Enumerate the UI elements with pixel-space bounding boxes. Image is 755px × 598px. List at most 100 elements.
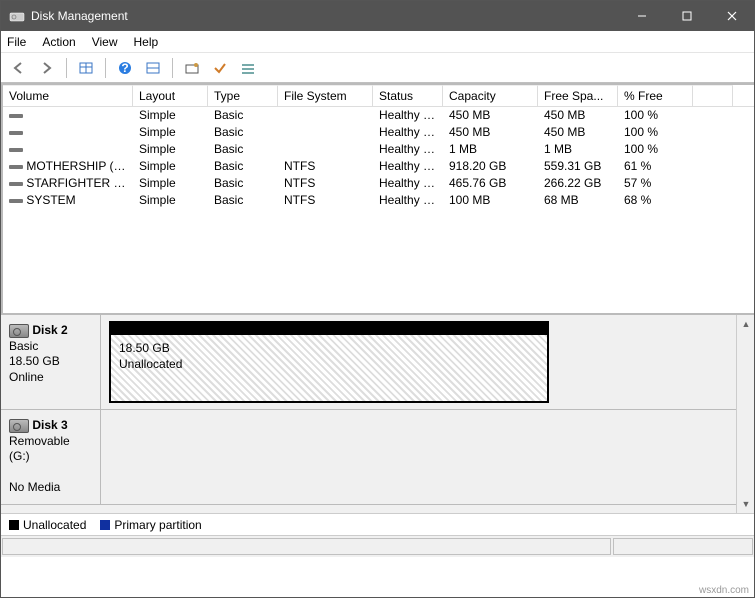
col-status[interactable]: Status xyxy=(373,85,443,106)
table-row[interactable]: SimpleBasicHealthy (E...1 MB1 MB100 % xyxy=(3,141,754,158)
cell-free: 450 MB xyxy=(538,107,618,124)
cell-free: 1 MB xyxy=(538,141,618,158)
maximize-button[interactable] xyxy=(664,1,709,31)
cell-volume: MOTHERSHIP (C:) xyxy=(3,158,133,175)
cell-filesystem: NTFS xyxy=(278,175,373,192)
view-options-button[interactable] xyxy=(74,56,98,80)
cell-layout: Simple xyxy=(133,107,208,124)
forward-button[interactable] xyxy=(35,56,59,80)
vertical-scrollbar[interactable]: ▲ ▼ xyxy=(736,315,754,513)
cell-status: Healthy (R... xyxy=(373,107,443,124)
status-bar xyxy=(1,535,754,557)
cell-pctfree: 61 % xyxy=(618,158,693,175)
apply-button[interactable] xyxy=(208,56,232,80)
cell-type: Basic xyxy=(208,192,278,209)
disk-2-volume-unallocated[interactable]: 18.50 GB Unallocated xyxy=(109,321,549,403)
col-layout[interactable]: Layout xyxy=(133,85,208,106)
menu-file[interactable]: File xyxy=(7,35,26,49)
cell-capacity: 450 MB xyxy=(443,107,538,124)
grid-header: Volume Layout Type File System Status Ca… xyxy=(3,85,754,107)
toolbar: ? xyxy=(1,53,754,83)
cell-type: Basic xyxy=(208,141,278,158)
col-type[interactable]: Type xyxy=(208,85,278,106)
legend: Unallocated Primary partition xyxy=(1,513,754,535)
menu-view[interactable]: View xyxy=(92,35,118,49)
cell-layout: Simple xyxy=(133,175,208,192)
cell-volume: STARFIGHTER (A:) xyxy=(3,175,133,192)
cell-filesystem xyxy=(278,107,373,124)
volume-icon xyxy=(9,114,23,118)
cell-capacity: 450 MB xyxy=(443,124,538,141)
cell-pctfree: 100 % xyxy=(618,141,693,158)
disk-3-name: Disk 3 xyxy=(32,418,67,432)
cell-filesystem xyxy=(278,141,373,158)
cell-type: Basic xyxy=(208,175,278,192)
disk-2-size: 18.50 GB xyxy=(9,354,60,368)
back-button[interactable] xyxy=(7,56,31,80)
menu-action[interactable]: Action xyxy=(42,35,75,49)
disk-row-3[interactable]: Disk 3 Removable (G:) No Media xyxy=(1,410,736,505)
cell-volume: SYSTEM xyxy=(3,192,133,209)
cell-filesystem: NTFS xyxy=(278,158,373,175)
table-row[interactable]: STARFIGHTER (A:)SimpleBasicNTFSHealthy (… xyxy=(3,175,754,192)
col-free[interactable]: Free Spa... xyxy=(538,85,618,106)
list-button[interactable] xyxy=(236,56,260,80)
close-button[interactable] xyxy=(709,1,754,31)
disk-3-state: No Media xyxy=(9,480,60,494)
cell-free: 450 MB xyxy=(538,124,618,141)
cell-status: Healthy (E... xyxy=(373,141,443,158)
scroll-up-icon[interactable]: ▲ xyxy=(737,315,755,333)
cell-layout: Simple xyxy=(133,141,208,158)
cell-filesystem xyxy=(278,124,373,141)
col-pctfree[interactable]: % Free xyxy=(618,85,693,106)
col-empty[interactable] xyxy=(693,85,733,106)
cell-status: Healthy (B... xyxy=(373,158,443,175)
scroll-down-icon[interactable]: ▼ xyxy=(737,495,755,513)
table-row[interactable]: MOTHERSHIP (C:)SimpleBasicNTFSHealthy (B… xyxy=(3,158,754,175)
menu-help[interactable]: Help xyxy=(134,35,159,49)
col-filesystem[interactable]: File System xyxy=(278,85,373,106)
cell-type: Basic xyxy=(208,124,278,141)
settings-button[interactable] xyxy=(180,56,204,80)
disk-row-2[interactable]: Disk 2 Basic 18.50 GB Online 18.50 GB Un… xyxy=(1,315,736,410)
cell-capacity: 465.76 GB xyxy=(443,175,538,192)
cell-capacity: 100 MB xyxy=(443,192,538,209)
cell-volume xyxy=(3,141,133,158)
table-row[interactable]: SYSTEMSimpleBasicNTFSHealthy (S...100 MB… xyxy=(3,192,754,209)
cell-type: Basic xyxy=(208,158,278,175)
cell-layout: Simple xyxy=(133,192,208,209)
vol-size: 18.50 GB xyxy=(119,341,170,355)
disk-icon xyxy=(9,419,29,433)
cell-status: Healthy (R... xyxy=(373,124,443,141)
cell-pctfree: 68 % xyxy=(618,192,693,209)
table-row[interactable]: SimpleBasicHealthy (R...450 MB450 MB100 … xyxy=(3,107,754,124)
table-row[interactable]: SimpleBasicHealthy (R...450 MB450 MB100 … xyxy=(3,124,754,141)
volume-grid: Volume Layout Type File System Status Ca… xyxy=(1,83,754,313)
cell-status: Healthy (S... xyxy=(373,192,443,209)
cell-capacity: 918.20 GB xyxy=(443,158,538,175)
disk-2-label: Disk 2 Basic 18.50 GB Online xyxy=(1,315,101,409)
legend-unallocated: Unallocated xyxy=(9,518,86,532)
layout-button[interactable] xyxy=(141,56,165,80)
col-volume[interactable]: Volume xyxy=(3,85,133,106)
col-capacity[interactable]: Capacity xyxy=(443,85,538,106)
volume-icon xyxy=(9,148,23,152)
cell-free: 266.22 GB xyxy=(538,175,618,192)
cell-filesystem: NTFS xyxy=(278,192,373,209)
cell-layout: Simple xyxy=(133,158,208,175)
help-button[interactable]: ? xyxy=(113,56,137,80)
minimize-button[interactable] xyxy=(619,1,664,31)
disk-3-label: Disk 3 Removable (G:) No Media xyxy=(1,410,101,504)
cell-layout: Simple xyxy=(133,124,208,141)
watermark: wsxdn.com xyxy=(699,585,749,596)
disk-3-type: Removable (G:) xyxy=(9,434,70,464)
legend-primary: Primary partition xyxy=(100,518,201,532)
svg-text:?: ? xyxy=(121,61,128,75)
disk-map-pane: Disk 2 Basic 18.50 GB Online 18.50 GB Un… xyxy=(1,313,754,513)
volume-icon xyxy=(9,131,23,135)
cell-status: Healthy (P... xyxy=(373,175,443,192)
title-bar: Disk Management xyxy=(1,1,754,31)
volume-icon xyxy=(9,165,23,169)
window-title: Disk Management xyxy=(31,9,619,23)
cell-free: 559.31 GB xyxy=(538,158,618,175)
